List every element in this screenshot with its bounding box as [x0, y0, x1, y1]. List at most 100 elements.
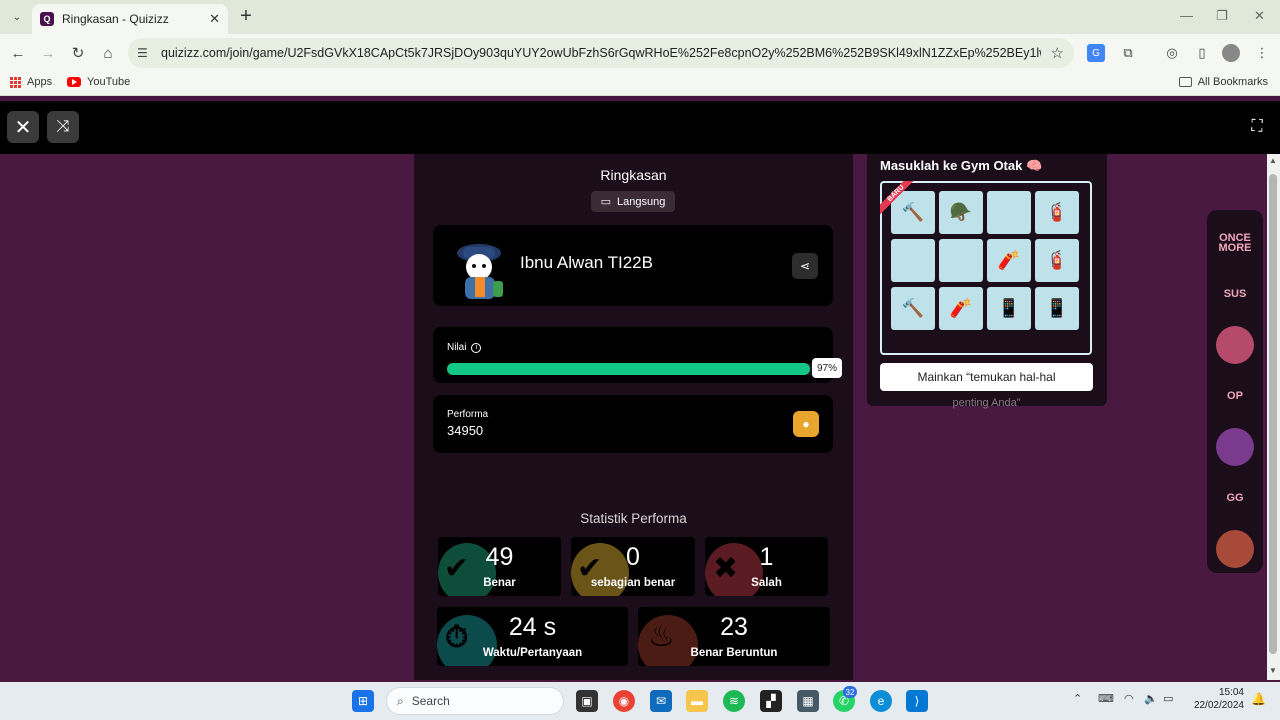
score-label-text: Nilai [447, 342, 467, 353]
info-icon[interactable]: i [471, 342, 482, 353]
vscode-icon[interactable]: ⟩ [906, 690, 928, 712]
bookmark-youtube[interactable]: YouTube [67, 76, 130, 88]
ribbon-text: BARU [880, 181, 920, 218]
keyboard-icon[interactable]: ⌨ [1098, 692, 1114, 705]
stat-label: Salah [751, 577, 782, 589]
browser-tab-strip: ⌄ Q Ringkasan - Quizizz ✕ + — ❐ ✕ [0, 0, 1280, 34]
mode-label: Langsung [617, 195, 666, 208]
window-close-button[interactable]: ✕ [1254, 8, 1265, 24]
stat-value: 24 s [508, 613, 557, 641]
performance-label: Performa [447, 409, 489, 420]
stat-streak: ♨ 23 Benar Beruntun [638, 607, 830, 666]
performance-value: 34950 [447, 423, 484, 438]
forward-button[interactable]: → [38, 43, 58, 63]
clock-date: 22/02/2024 [1193, 700, 1244, 711]
score-card: Nilai i 97% [433, 327, 842, 383]
close-icon[interactable]: ✕ [7, 111, 39, 143]
stat-wrong: ✖ 1 Salah [705, 537, 828, 596]
stats-title: Statistik Performa [580, 511, 687, 526]
all-bookmarks[interactable]: All Bookmarks [1178, 76, 1268, 88]
scroll-up-icon[interactable]: ▲ [1269, 156, 1277, 165]
play-game-button[interactable]: Mainkan “temukan hal-hal [880, 363, 1093, 391]
extensions-icon[interactable]: ⧉ [1119, 44, 1137, 62]
brain-gym-panel: Masuklah ke Gym Otak 🧠 🔨 🪖 🧯 🧨 🧯 🔨 🧨 📱 📱 BARU Ma… [867, 154, 1107, 409]
profile-avatar[interactable] [1222, 44, 1240, 62]
folder-icon [1178, 77, 1192, 87]
game-mode-item[interactable] [1216, 530, 1254, 568]
bookmark-star-icon[interactable]: ☆ [1051, 44, 1064, 62]
tray-chevron-icon[interactable]: ⌃ [1073, 692, 1082, 705]
game-mode-item[interactable] [1216, 326, 1254, 364]
quizizz-favicon-icon: Q [40, 12, 54, 26]
scroll-down-icon[interactable]: ▼ [1269, 666, 1277, 675]
gym-tile: 🧨 [939, 287, 983, 330]
spotify-icon[interactable]: ≋ [723, 690, 745, 712]
monitor-icon: ▭ [600, 196, 612, 208]
restore-button[interactable]: ❐ [1216, 8, 1228, 24]
stat-correct: ✔ 49 Benar [438, 537, 561, 596]
new-tab-button[interactable]: + [236, 6, 256, 26]
game-mode-item[interactable]: SUS [1216, 275, 1254, 313]
gym-preview[interactable]: 🔨 🪖 🧯 🧨 🧯 🔨 🧨 📱 📱 BARU [880, 181, 1092, 355]
game-mode-item[interactable]: OP [1216, 377, 1254, 415]
game-mode-item[interactable]: GG [1216, 479, 1254, 517]
score-progress-fill [447, 363, 810, 375]
shuffle-icon[interactable]: ⤨ [47, 111, 79, 143]
notification-bell-icon[interactable]: 🔔 [1251, 692, 1266, 706]
gym-tile: 🔨 [891, 287, 935, 330]
game-mode-item[interactable]: ONCE MORE [1216, 224, 1254, 262]
taskbar-clock[interactable]: 15:04 22/02/2024 [1180, 686, 1244, 712]
search-placeholder: Search [411, 694, 450, 708]
menu-icon[interactable]: ⋮ [1253, 44, 1271, 62]
page-scrollbar[interactable]: ▲ ▼ [1267, 154, 1280, 680]
score-label: Nilai i [447, 342, 482, 353]
avatar [457, 244, 503, 299]
mail-icon[interactable]: ✉ [650, 690, 672, 712]
scroll-thumb[interactable] [1269, 174, 1277, 654]
home-button[interactable]: ⌂ [98, 43, 118, 63]
stat-label: sebagian benar [590, 577, 676, 589]
bookmark-label: YouTube [87, 76, 131, 88]
chrome-icon[interactable]: ◉ [613, 690, 635, 712]
gym-tile [987, 191, 1031, 234]
app-icon[interactable]: ▦ [797, 690, 819, 712]
score-progress-bar [447, 363, 821, 375]
summary-panel: Ringkasan ▭ Langsung Ibnu Alwan TI22B ⋖ … [414, 154, 853, 680]
taskbar-search[interactable]: ⌕ Search [386, 687, 564, 715]
task-view-icon[interactable]: ▣ [576, 690, 598, 712]
game-mode-rail: ONCE MORE SUS OP GG [1207, 210, 1263, 573]
side-panel-icon[interactable]: ▯ [1193, 44, 1211, 62]
tab-search-button[interactable]: ⌄ [8, 8, 26, 26]
translate-icon[interactable]: G [1087, 44, 1105, 62]
file-explorer-icon[interactable]: ▬ [686, 690, 708, 712]
url-text[interactable]: quizizz.com/join/game/U2FsdGVkX18CApCt5k… [161, 46, 1041, 60]
browser-tab-active[interactable]: Q Ringkasan - Quizizz ✕ [32, 4, 228, 34]
volume-icon[interactable]: 🔈 [1144, 692, 1158, 705]
player-card: Ibnu Alwan TI22B ⋖ [433, 225, 833, 306]
mode-chip: ▭ Langsung [591, 191, 675, 212]
wifi-icon[interactable]: ◠ [1124, 692, 1134, 705]
new-ribbon: BARU [880, 181, 920, 221]
gym-tile: 📱 [987, 287, 1031, 330]
gym-tile: 🧯 [1035, 239, 1079, 282]
capcut-icon[interactable]: ▞ [760, 690, 782, 712]
bookmark-apps[interactable]: Apps [10, 76, 52, 88]
address-bar[interactable]: ☰ quizizz.com/join/game/U2FsdGVkX18CApCt… [128, 38, 1074, 68]
stat-label: Benar Beruntun [690, 647, 778, 659]
battery-icon[interactable]: ▭ [1163, 692, 1173, 705]
game-mode-item[interactable] [1216, 428, 1254, 466]
media-icon[interactable]: ◎ [1163, 44, 1181, 62]
whatsapp-badge: 32 [843, 686, 857, 698]
site-info-icon[interactable]: ☰ [137, 46, 148, 60]
stat-value: 49 [485, 543, 514, 571]
reload-button[interactable]: ↻ [68, 43, 88, 63]
back-button[interactable]: ← [8, 43, 28, 63]
stat-time: ⏱ 24 s Waktu/Pertanyaan [437, 607, 628, 666]
minimize-button[interactable]: — [1180, 8, 1193, 23]
share-icon[interactable]: ⋖ [792, 253, 818, 279]
all-bookmarks-label: All Bookmarks [1197, 76, 1268, 88]
edge-icon[interactable]: e [870, 690, 892, 712]
tab-close-icon[interactable]: ✕ [209, 11, 220, 27]
start-icon[interactable]: ⊞ [352, 690, 374, 712]
fullscreen-icon[interactable]: ⛶ [1241, 111, 1273, 143]
